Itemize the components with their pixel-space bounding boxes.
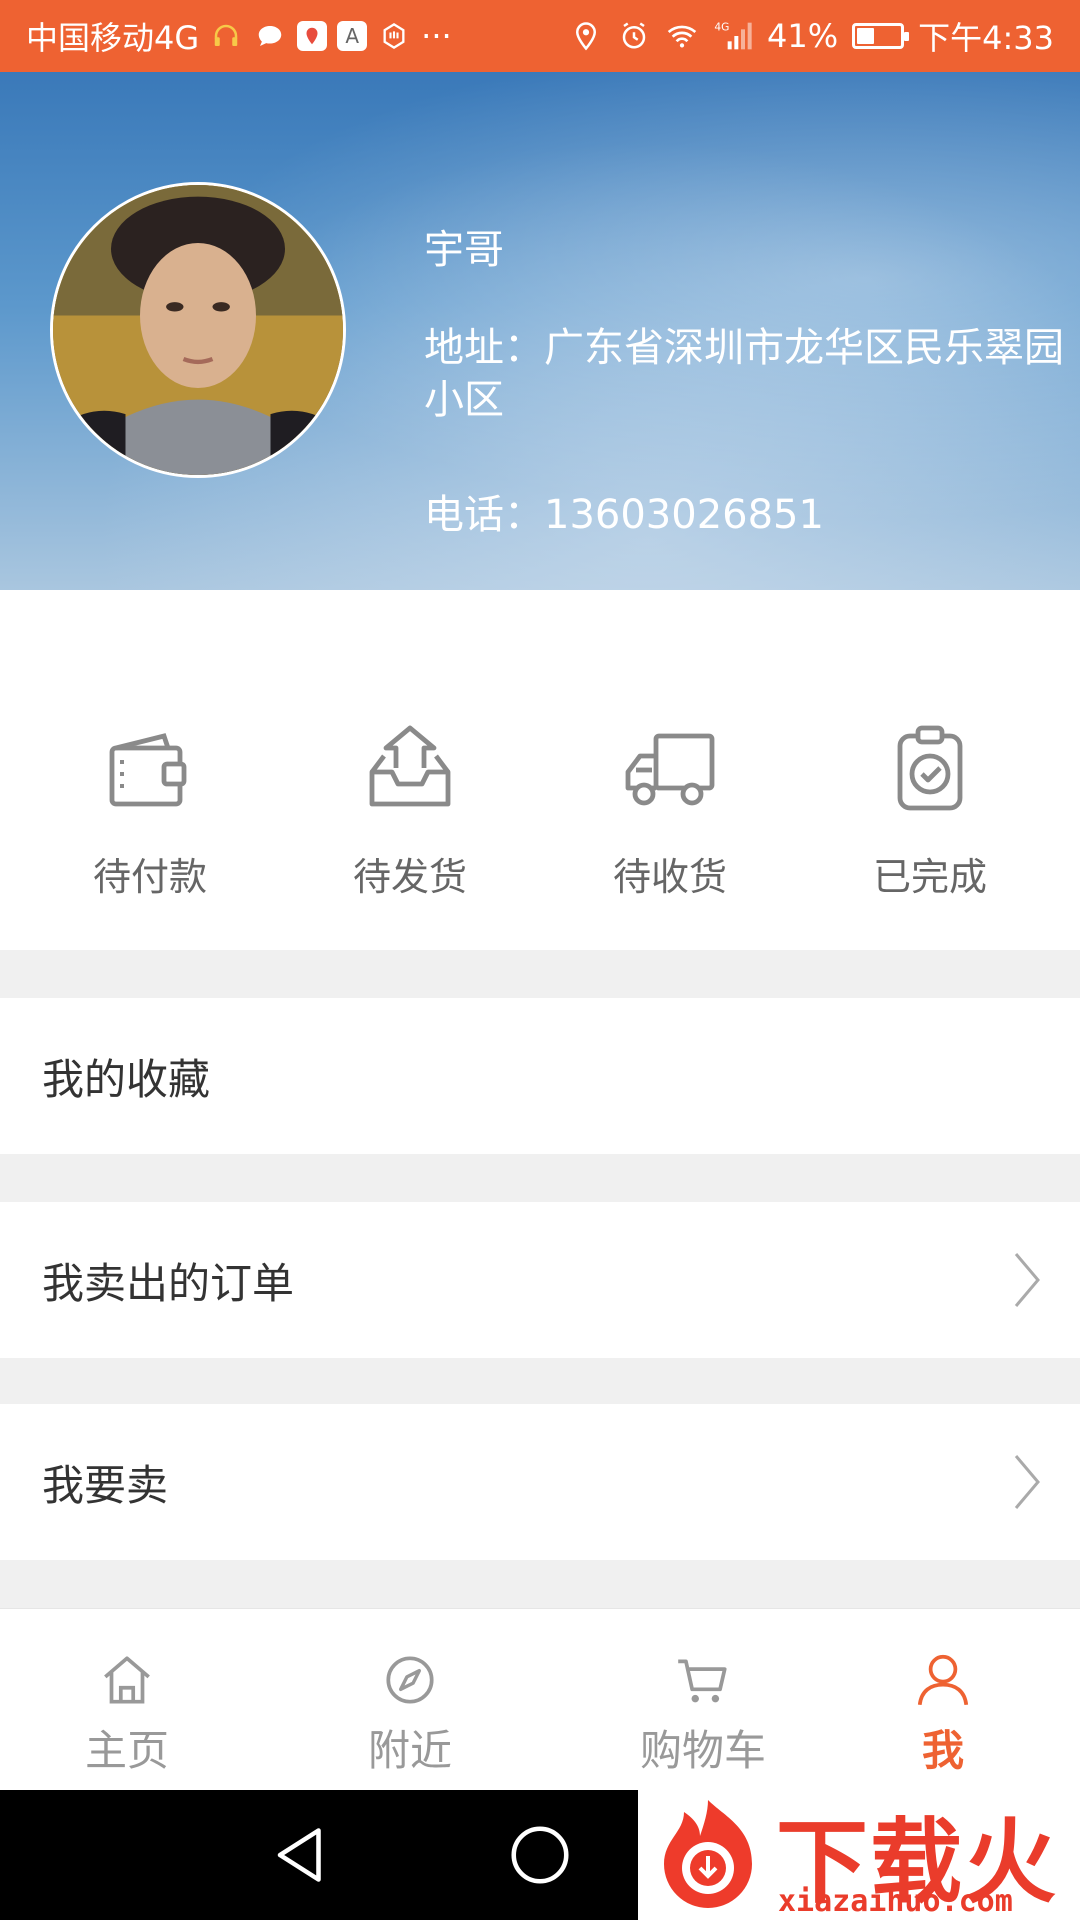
flame-logo-icon (664, 1800, 752, 1908)
headset-icon (209, 19, 243, 53)
person-icon (917, 1654, 969, 1706)
outbox-icon (369, 725, 451, 807)
home-circle-icon[interactable] (505, 1820, 575, 1890)
menu-label: 我卖出的订单 (42, 1258, 295, 1308)
profile-phone: 电话：13603026851 (424, 492, 824, 538)
nav-label: 购物车 (640, 1726, 767, 1775)
more-notifications: ··· (421, 17, 452, 55)
watermark-url: xiazaihuo.com (778, 1884, 1013, 1919)
back-icon[interactable] (266, 1820, 336, 1890)
status-right: 4G 41% 下午4:33 (569, 13, 1054, 59)
clock-label: 下午4:33 (918, 19, 1054, 57)
avatar[interactable] (50, 182, 346, 478)
battery-fill (857, 28, 874, 44)
order-pending-receipt[interactable]: 待收货 (540, 700, 800, 950)
battery-percent: 41% (767, 17, 839, 55)
order-completed[interactable]: 已完成 (800, 700, 1060, 950)
nav-nearby[interactable]: 附近 (368, 1609, 452, 1778)
message-icon (253, 19, 287, 53)
map-app-icon (297, 21, 328, 51)
order-label: 已完成 (872, 855, 987, 899)
profile-name: 宇哥 (424, 227, 504, 273)
compass-icon (386, 1656, 434, 1704)
wifi-icon (665, 19, 699, 53)
menu-my-favorites[interactable]: 我的收藏 (0, 998, 1080, 1154)
nav-label: 我 (921, 1726, 964, 1775)
status-left: 中国移动4G A ··· (26, 13, 452, 59)
battery-icon (852, 23, 910, 49)
order-status-row: 待付款 待发货 待收货 已完成 (0, 700, 1080, 950)
wallet-icon (109, 733, 187, 807)
nav-me[interactable]: 我 (912, 1609, 974, 1778)
location-icon (569, 19, 603, 53)
order-pending-payment[interactable]: 待付款 (20, 700, 280, 950)
nav-cart[interactable]: 购物车 (640, 1609, 766, 1778)
nav-label: 附近 (368, 1726, 453, 1775)
chevron-right-icon (1014, 1455, 1040, 1509)
nav-label: 主页 (85, 1726, 170, 1775)
chevron-right-icon (1014, 1253, 1040, 1307)
watermark-logo: 下载火 xiazaihuo.com (638, 1786, 1080, 1920)
network-type-label: 4G (714, 21, 729, 34)
clipboard-check-icon (897, 725, 963, 811)
nav-home[interactable]: 主页 (85, 1609, 169, 1778)
menu-sell[interactable]: 我要卖 (0, 1404, 1080, 1560)
section-divider (0, 950, 1080, 998)
cart-icon (678, 1659, 727, 1703)
menu-sold-orders[interactable]: 我卖出的订单 (0, 1202, 1080, 1358)
profile-address: 地址：广东省深圳市龙华区民乐翠园小区 (424, 325, 1064, 423)
font-app-icon: A (337, 21, 368, 51)
menu-label: 我要卖 (42, 1460, 169, 1510)
menu-label: 我的收藏 (42, 1054, 211, 1104)
order-label: 待付款 (92, 855, 207, 899)
signal-icon: 4G (713, 19, 753, 53)
carrier-label: 中国移动4G (26, 19, 200, 57)
truck-icon (625, 733, 715, 806)
home-icon (104, 1656, 150, 1704)
order-label: 待发货 (352, 855, 467, 899)
profile-header: 宇哥 地址：广东省深圳市龙华区民乐翠园小区 电话：13603026851 (0, 72, 1080, 590)
bottom-navigation: 主页 附近 购物车 我 (0, 1608, 1080, 1791)
order-label: 待收货 (612, 855, 727, 899)
hand-icon (377, 19, 411, 53)
section-divider (0, 1560, 1080, 1608)
alarm-icon (617, 19, 651, 53)
status-bar: 中国移动4G A ··· 4G 41% 下午4:33 (0, 0, 1080, 72)
section-divider (0, 1154, 1080, 1202)
section-divider (0, 1358, 1080, 1404)
order-pending-shipment[interactable]: 待发货 (280, 700, 540, 950)
